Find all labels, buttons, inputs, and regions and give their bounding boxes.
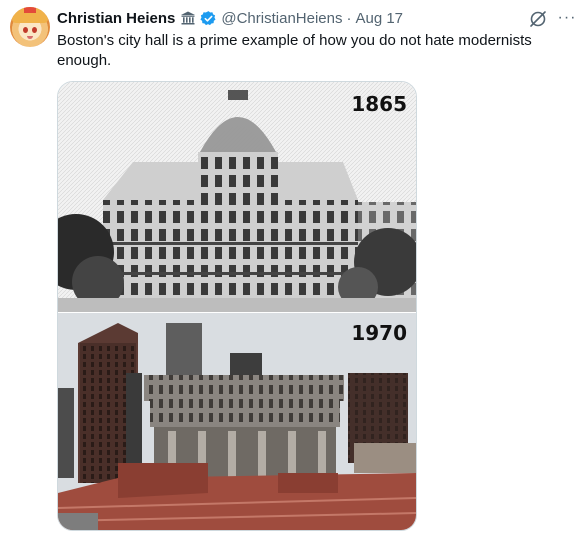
brutalist-city-hall-photo[interactable]: 1970 (58, 313, 416, 530)
tweet-header: Christian Heiens @ChristianHeiens · Aug … (57, 9, 403, 27)
grok-icon[interactable] (528, 9, 548, 29)
more-options-icon[interactable]: ··· (556, 7, 578, 29)
government-building-icon[interactable] (180, 10, 196, 26)
avatar-crown (24, 7, 36, 13)
author-handle[interactable]: @ChristianHeiens (221, 10, 342, 27)
verified-badge-icon[interactable] (200, 10, 217, 27)
avatar-eye-left (23, 27, 28, 33)
tweet-text: Boston's city hall is a prime example of… (57, 32, 532, 69)
year-label-1970: 1970 (351, 321, 407, 345)
tweet-media[interactable]: 1865 1970 (57, 81, 417, 531)
year-label-1865: 1865 (351, 92, 407, 116)
avatar-mouth (27, 36, 33, 39)
avatar-eye-right (32, 27, 37, 33)
header-separator: · (346, 9, 352, 27)
tweet[interactable]: Christian Heiens @ChristianHeiens · Aug … (0, 0, 588, 540)
avatar[interactable] (10, 7, 50, 47)
old-city-hall-photo[interactable]: 1865 (58, 82, 416, 312)
tweet-date[interactable]: Aug 17 (355, 10, 403, 27)
author-name[interactable]: Christian Heiens (57, 10, 175, 27)
